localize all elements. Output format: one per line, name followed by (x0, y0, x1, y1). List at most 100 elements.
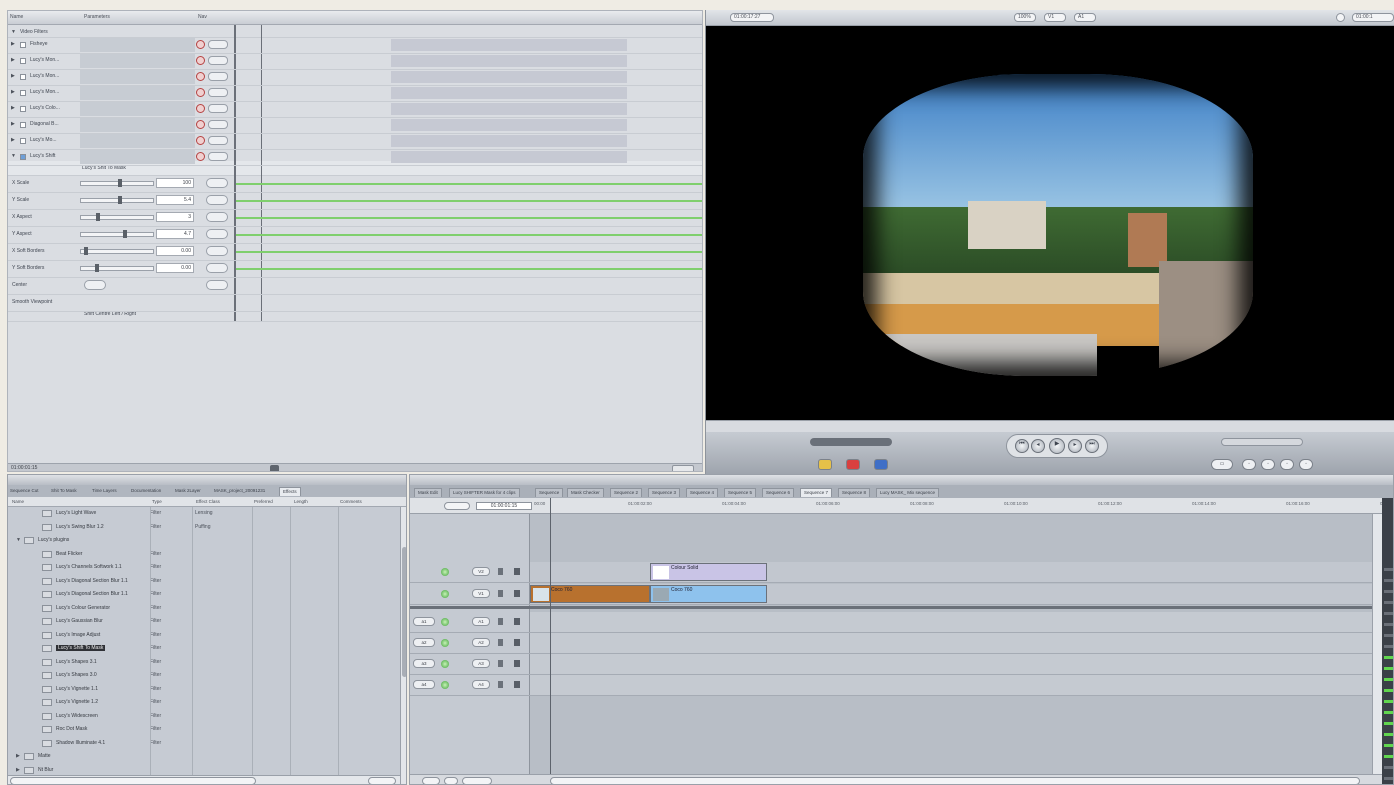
clip-overlays-icon[interactable] (422, 777, 440, 784)
audio-track[interactable] (530, 675, 1372, 696)
replace-edit-icon[interactable] (874, 459, 888, 470)
disclosure-triangle-icon[interactable]: ▶ (16, 767, 20, 773)
insert-edit-icon[interactable] (818, 459, 832, 470)
lock-icon[interactable] (498, 618, 503, 625)
track-height-icon[interactable] (444, 777, 458, 784)
browser-tab[interactable]: Time Layers (92, 487, 117, 495)
browser-search-field[interactable] (10, 777, 256, 784)
keyframe-button[interactable] (206, 280, 228, 290)
viewer-right-timecode[interactable]: 01:00:1 (1352, 13, 1394, 22)
disclosure-triangle-icon[interactable]: ▼ (16, 537, 21, 543)
timeline-ruler[interactable]: 01:00:01:15 00:00 01:00:02:00 01:00:04:00 0… (410, 498, 1393, 514)
add-keyframe-icon[interactable]: ◦ (1261, 459, 1275, 470)
filter-enable-checkbox[interactable] (20, 58, 26, 64)
effect-list-item[interactable]: Lucy's Vignette 1.1 Filter (8, 683, 400, 696)
timeline-clip[interactable]: Colour Solid (650, 563, 767, 581)
effect-list-item[interactable]: Lucy's Light Wave Filter Lensing (8, 507, 400, 520)
lock-icon[interactable] (498, 590, 503, 597)
track-label[interactable]: A2 (472, 638, 490, 647)
parameter-value[interactable]: 3 (156, 212, 194, 222)
browser-tab[interactable]: Shit To Mask (51, 487, 77, 495)
shuttle-control[interactable] (810, 438, 892, 446)
next-edit-icon[interactable]: ⏭ (1085, 439, 1099, 453)
column-header[interactable]: Comments (340, 499, 362, 504)
add-marker-icon[interactable]: ◦ (1280, 459, 1294, 470)
sequence-tab[interactable]: Sequence 3 (648, 488, 681, 497)
filters-zoom-slider[interactable] (270, 465, 279, 471)
reset-icon[interactable] (196, 120, 205, 129)
effect-list-item[interactable]: Lucy's Diagonal Section Blur 1.1 Filter (8, 575, 400, 588)
keyframe-button[interactable] (206, 229, 228, 239)
effect-list-item[interactable]: ▶ Matte (8, 750, 400, 763)
slider-knob[interactable] (118, 196, 122, 204)
sequence-tab[interactable]: Sequence 8 (838, 488, 871, 497)
source-patch[interactable]: a2 (413, 638, 435, 647)
effect-list-item[interactable]: Lucy's Shift To Mask Filter (8, 642, 400, 655)
sequence-tab[interactable]: Sequence 7 (800, 488, 833, 497)
effect-list-item[interactable]: Shadow Illuminate 4.1 Filter (8, 737, 400, 750)
parameter-value[interactable]: 0.00 (156, 263, 194, 273)
keyframe-navigator[interactable] (208, 40, 228, 49)
disclosure-triangle-icon[interactable]: ▶ (11, 137, 15, 143)
auto-select-icon[interactable] (514, 618, 520, 625)
sequence-tab[interactable]: Lucy MASK_ Mix sequence (876, 488, 940, 497)
lock-icon[interactable] (498, 639, 503, 646)
filter-row[interactable]: ▼ Lucy's Shift (8, 149, 702, 166)
keyframe-button[interactable] (206, 178, 228, 188)
source-patch[interactable]: a4 (413, 680, 435, 689)
point-control-button[interactable] (84, 280, 106, 290)
timeline-timecode[interactable]: 01:00:01:15 (476, 502, 532, 510)
keyframe-button[interactable] (206, 195, 228, 205)
browser-scrollbar[interactable] (400, 507, 406, 784)
mark-clip-icon[interactable]: ◦ (1242, 459, 1256, 470)
timeline-clip[interactable]: Coco 760 (650, 585, 767, 603)
browser-tab[interactable]: Sequence Cut (10, 487, 39, 495)
track-label[interactable]: A4 (472, 680, 490, 689)
timeline-horizontal-scrollbar[interactable] (550, 777, 1360, 784)
filter-timeline-bar[interactable] (391, 151, 627, 163)
parameter-value[interactable]: 0.00 (156, 246, 194, 256)
filter-enable-checkbox[interactable] (20, 106, 26, 112)
column-header[interactable]: Effect Class (196, 499, 220, 504)
track-label[interactable]: V1 (472, 589, 490, 598)
source-patch[interactable]: a3 (413, 659, 435, 668)
filter-timeline-bar[interactable] (391, 71, 627, 83)
track-label[interactable]: A1 (472, 617, 490, 626)
reset-icon[interactable] (196, 152, 205, 161)
slider-knob[interactable] (96, 213, 100, 221)
keyframe-navigator[interactable] (208, 104, 228, 113)
parameter-slider[interactable] (80, 196, 154, 204)
scrubber-bar[interactable] (706, 420, 1394, 432)
play-icon[interactable]: ▶ (1049, 438, 1065, 454)
keyframe-button[interactable] (206, 212, 228, 222)
effect-list-item[interactable]: Lucy's Vignette 1.2 Filter (8, 696, 400, 709)
filter-row[interactable]: ▶ Lucy's Mon... (8, 69, 702, 86)
browser-tab[interactable]: Mask 2Layer (175, 487, 201, 495)
filter-enable-checkbox[interactable] (20, 90, 26, 96)
auto-select-icon[interactable] (514, 568, 520, 575)
filters-zoom-control[interactable] (672, 465, 694, 471)
audio-track[interactable] (530, 612, 1372, 633)
timeline-scrollbar[interactable] (1372, 514, 1382, 774)
source-patch[interactable]: a1 (413, 617, 435, 626)
play-around-icon[interactable]: ▸ (1068, 439, 1082, 453)
filter-timeline-bar[interactable] (391, 87, 627, 99)
disclosure-triangle-icon[interactable]: ▶ (11, 41, 15, 47)
disclosure-triangle-icon[interactable]: ▶ (11, 57, 15, 63)
effect-list-item[interactable]: ▼ Lucy's plugins (8, 534, 400, 547)
filter-enable-checkbox[interactable] (20, 74, 26, 80)
filter-timeline-bar[interactable] (391, 119, 627, 131)
filter-timeline-bar[interactable] (391, 103, 627, 115)
audio-enable-icon[interactable] (441, 660, 449, 668)
filter-enable-checkbox[interactable] (20, 154, 26, 160)
keyframe-navigator[interactable] (208, 120, 228, 129)
audio-track[interactable] (530, 633, 1372, 654)
sequence-tab[interactable]: Sequence 6 (762, 488, 795, 497)
parameter-value[interactable]: 4.7 (156, 229, 194, 239)
play-in-out-icon[interactable]: ◂ (1031, 439, 1045, 453)
previous-edit-icon[interactable]: ⏮ (1015, 439, 1029, 453)
track-label[interactable]: V2 (472, 567, 490, 576)
snapping-toggle[interactable] (444, 502, 470, 510)
zoom-slider[interactable] (462, 777, 492, 784)
timeline-title-bar[interactable] (410, 475, 1393, 485)
